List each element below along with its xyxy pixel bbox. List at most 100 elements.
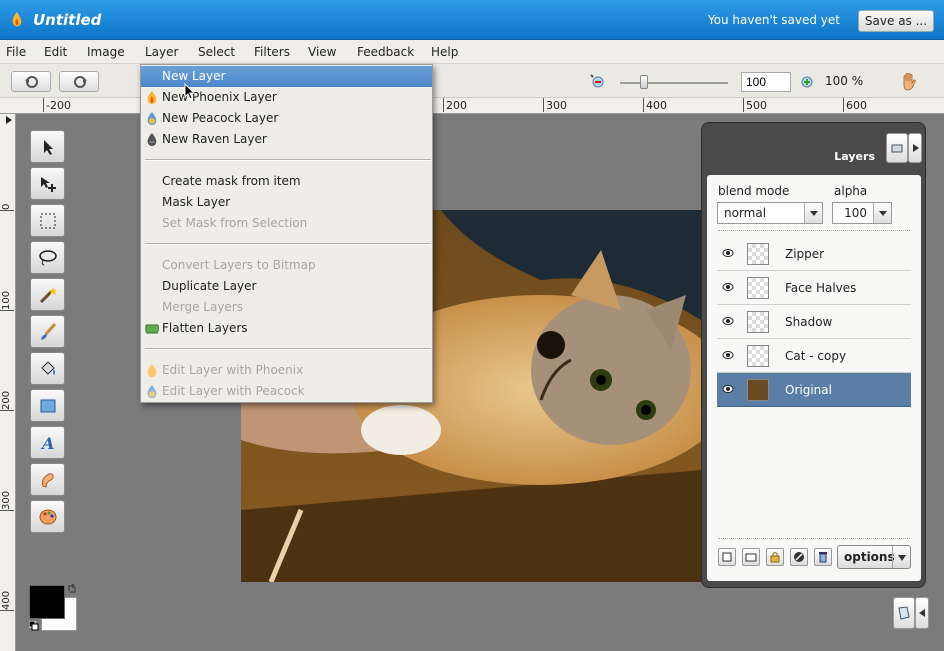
chevron-left-icon xyxy=(919,609,925,617)
panel-collapse-icon[interactable] xyxy=(5,115,13,125)
move-arrows-icon xyxy=(41,177,56,192)
layer-name: Shadow xyxy=(785,315,833,329)
layer-style-button[interactable] xyxy=(790,548,808,566)
menu-item-create-mask-from-item[interactable]: Create mask from item xyxy=(141,171,432,192)
paintbrush-icon xyxy=(41,322,57,340)
menu-item-label: New Peacock Layer xyxy=(162,111,279,125)
menu-view[interactable]: View xyxy=(308,45,336,59)
layer-name: Original xyxy=(785,383,832,397)
zoom-input[interactable] xyxy=(741,72,791,92)
menu-item-mask-layer[interactable]: Mask Layer xyxy=(141,192,432,213)
menu-item-label: Edit Layer with Peacock xyxy=(162,384,305,398)
eye-icon[interactable] xyxy=(722,247,734,259)
zoom-slider-thumb[interactable] xyxy=(640,75,648,89)
delete-layer-button[interactable] xyxy=(814,548,832,566)
unsaved-status: You haven't saved yet xyxy=(707,13,840,27)
undo-icon xyxy=(25,76,38,88)
alpha-select[interactable]: 100 xyxy=(832,202,892,224)
menu-item-duplicate-layer[interactable]: Duplicate Layer xyxy=(141,276,432,297)
menu-edit[interactable]: Edit xyxy=(44,45,67,59)
swap-colors-icon[interactable] xyxy=(67,584,77,594)
ruler-label: 500 xyxy=(746,99,767,112)
styles-icon xyxy=(794,552,804,562)
menu-file[interactable]: File xyxy=(6,45,26,59)
layer-thumbnail xyxy=(747,345,769,367)
menu-layer[interactable]: Layer xyxy=(145,45,178,59)
menu-separator xyxy=(145,159,431,161)
text-tool-button[interactable]: A xyxy=(30,426,65,459)
svg-text:A: A xyxy=(40,434,54,453)
history-expand-button[interactable] xyxy=(915,597,929,629)
peacock-icon xyxy=(147,385,157,398)
zoom-slider-track[interactable] xyxy=(620,82,728,84)
layer-name: Zipper xyxy=(785,247,825,261)
menu-image[interactable]: Image xyxy=(87,45,125,59)
zoom-percent: 100 % xyxy=(825,74,864,88)
panel-expand-button[interactable] xyxy=(908,133,922,163)
blend-mode-select[interactable]: normal xyxy=(717,202,823,224)
menu-item-new-raven-layer[interactable]: New Raven Layer xyxy=(141,129,432,150)
layer-row-selected[interactable]: Original xyxy=(717,373,911,407)
layer-options-button[interactable]: options xyxy=(837,545,911,569)
folder-icon xyxy=(745,553,757,562)
redo-button[interactable] xyxy=(59,71,99,92)
finger-smudge-icon xyxy=(41,473,54,488)
menu-feedback[interactable]: Feedback xyxy=(357,45,414,59)
palette-icon xyxy=(39,509,57,525)
lock-layer-button[interactable] xyxy=(766,548,784,566)
brush-tool-button[interactable] xyxy=(30,315,65,348)
save-as-button[interactable]: Save as ... xyxy=(858,10,934,32)
layer-name: Cat - copy xyxy=(785,349,847,363)
new-layer-button[interactable] xyxy=(718,548,736,566)
undo-button[interactable] xyxy=(11,71,51,92)
trash-icon xyxy=(819,552,827,563)
ruler-label: 400 xyxy=(646,99,667,112)
ruler-label: -200 xyxy=(46,99,71,112)
menu-filters[interactable]: Filters xyxy=(254,45,290,59)
eye-icon[interactable] xyxy=(722,383,734,395)
new-folder-button[interactable] xyxy=(742,548,760,566)
blend-mode-value: normal xyxy=(724,206,767,220)
eye-icon[interactable] xyxy=(722,349,734,361)
eye-icon[interactable] xyxy=(722,315,734,327)
menu-item-label: New Phoenix Layer xyxy=(162,90,277,104)
lasso-tool-button[interactable] xyxy=(30,241,65,274)
menu-select[interactable]: Select xyxy=(198,45,235,59)
menu-item-label: Flatten Layers xyxy=(162,321,248,335)
phoenix-icon xyxy=(147,91,157,104)
menu-item-merge-layers: Merge Layers xyxy=(162,300,243,314)
menu-help[interactable]: Help xyxy=(431,45,458,59)
layer-row[interactable]: Zipper xyxy=(717,237,911,271)
shape-tool-button[interactable] xyxy=(30,389,65,422)
menu-item-new-peacock-layer[interactable]: New Peacock Layer xyxy=(141,108,432,129)
panel-menu-button[interactable] xyxy=(886,133,908,163)
move-tool-button[interactable] xyxy=(30,130,65,163)
eye-icon[interactable] xyxy=(722,281,734,293)
foreground-color-swatch[interactable] xyxy=(29,585,65,619)
hand-tool-icon[interactable] xyxy=(899,72,919,92)
chevron-down-icon xyxy=(873,203,891,223)
layer-thumbnail xyxy=(747,277,769,299)
layer-row[interactable]: Shadow xyxy=(717,305,911,339)
redo-icon xyxy=(74,76,87,88)
smudge-tool-button[interactable] xyxy=(30,463,65,496)
marquee-tool-button[interactable] xyxy=(30,204,65,237)
new-layer-icon xyxy=(722,552,732,562)
color-picker-tool-button[interactable] xyxy=(30,500,65,533)
layer-thumbnail xyxy=(747,243,769,265)
layer-thumbnail xyxy=(747,379,769,401)
reset-colors-icon[interactable] xyxy=(29,621,39,631)
magic-wand-tool-button[interactable] xyxy=(30,278,65,311)
menu-item-flatten-layers[interactable]: Flatten Layers xyxy=(141,318,432,339)
layer-row[interactable]: Face Halves xyxy=(717,271,911,305)
menu-separator xyxy=(145,243,431,245)
menu-item-convert-layers-to-bitmap: Convert Layers to Bitmap xyxy=(162,258,316,272)
history-panel-button[interactable] xyxy=(893,597,915,629)
ruler-label: 300 xyxy=(546,99,567,112)
zoom-in-icon[interactable] xyxy=(799,74,813,88)
transform-tool-button[interactable] xyxy=(30,167,65,200)
layer-row[interactable]: Cat - copy xyxy=(717,339,911,373)
layers-panel-title: Layers xyxy=(834,150,875,163)
zoom-out-icon[interactable] xyxy=(590,74,604,88)
fill-tool-button[interactable] xyxy=(30,352,65,385)
